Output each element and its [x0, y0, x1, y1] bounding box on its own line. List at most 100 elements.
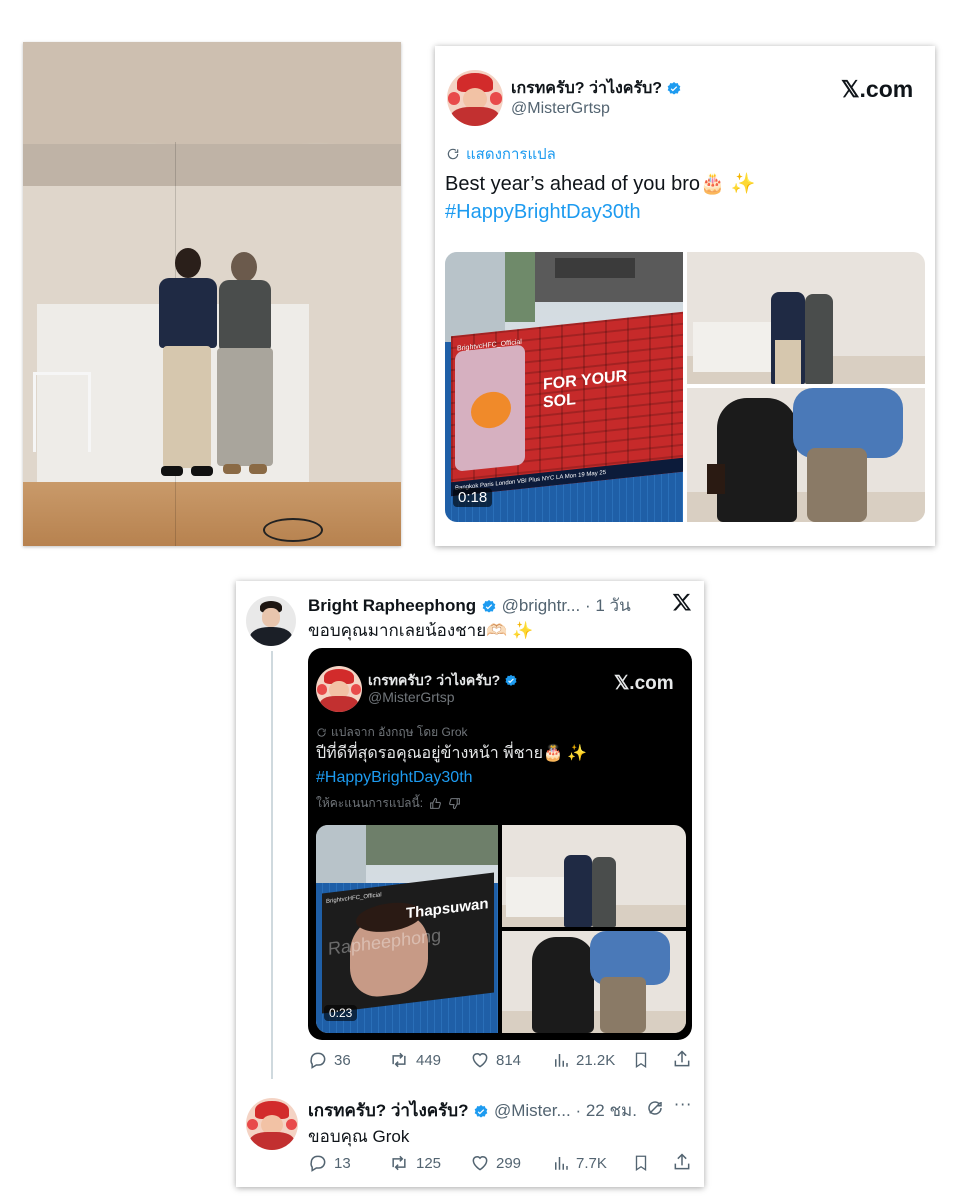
second-reply-author-name[interactable]: เกรทครับ? ว่าไงครับ?: [308, 1101, 468, 1120]
reply-button[interactable]: 13: [308, 1153, 351, 1173]
billboard-text: FOR YOUR SOL: [543, 367, 628, 412]
quoted-media-grid: BrightvcHFC_Official Thapsuwan Rapheepho…: [316, 825, 686, 1033]
verified-badge-icon: [505, 675, 517, 687]
bright-post-text: ขอบคุณมากเลยน้องชาย🫶🏻 ✨: [308, 621, 534, 640]
repost-count: 125: [416, 1154, 442, 1172]
quoted-tweet-body: ปีที่ดีที่สุดรอคุณอยู่ข้างหน้า พี่ชาย🎂 ✨…: [316, 742, 686, 790]
like-count: 814: [496, 1051, 522, 1069]
verified-badge-icon: [482, 599, 496, 613]
white-chair: [33, 372, 91, 452]
translate-icon: [447, 148, 459, 160]
reply-count: 36: [334, 1051, 351, 1069]
second-reply-time[interactable]: · 22 ชม.: [575, 1101, 636, 1120]
verified-badge-icon: [474, 1104, 488, 1118]
person-left: [153, 248, 223, 480]
quoted-author-avatar: [316, 666, 362, 712]
person-right: [217, 252, 273, 480]
quoted-video-duration: 0:23: [324, 1005, 358, 1021]
prayer-photo-thumb[interactable]: [687, 388, 925, 522]
mirror-photo-thumb[interactable]: [687, 252, 925, 384]
reply-count: 13: [334, 1154, 351, 1172]
second-reply-avatar[interactable]: [246, 1098, 298, 1150]
reply-icon: [310, 1155, 326, 1172]
billboard-video[interactable]: BrightvcHFC_Official FOR YOUR SOL Bangko…: [445, 252, 683, 522]
views-chart-icon: [555, 1054, 568, 1067]
share-icon[interactable]: [672, 1049, 692, 1069]
bright-post-header: Bright Rapheephong @brightr... · 1 วัน: [308, 592, 631, 619]
quoted-billboard-account: BrightvcHFC_Official: [326, 892, 382, 906]
hashtag-link[interactable]: #HappyBrightDay30th: [445, 198, 915, 226]
tweet-card[interactable]: เกรทครับ? ว่าไงครับ? @MisterGrtsp 𝕏.com …: [435, 46, 935, 546]
quoted-author-handle: @MisterGrtsp: [368, 689, 455, 705]
second-reply-action-bar: 13 125 299 7.7K: [308, 1152, 692, 1174]
bright-avatar[interactable]: [246, 596, 296, 646]
reply-button[interactable]: 36: [308, 1050, 351, 1070]
view-count: 21.2K: [576, 1051, 616, 1069]
heart-icon: [472, 1053, 488, 1068]
views-button[interactable]: 21.2K: [552, 1050, 615, 1070]
billboard-screen: BrightvcHFC_Official FOR YOUR SOL Bangko…: [451, 311, 683, 497]
quoted-tweet-text: ปีที่ดีที่สุดรอคุณอยู่ข้างหน้า พี่ชาย🎂 ✨: [316, 745, 588, 762]
second-reply-header: เกรทครับ? ว่าไงครับ? @Mister... · 22 ชม.: [308, 1097, 637, 1124]
author-avatar[interactable]: [447, 70, 503, 126]
view-count: 7.7K: [576, 1154, 607, 1172]
repost-button[interactable]: 125: [388, 1153, 441, 1173]
like-button[interactable]: 814: [470, 1050, 521, 1070]
translate-icon: [317, 728, 326, 737]
video-duration: 0:18: [453, 488, 493, 507]
share-icon[interactable]: [672, 1152, 692, 1172]
floor-cable: [263, 518, 323, 542]
wooden-floor: [23, 482, 401, 546]
repost-button[interactable]: 449: [388, 1050, 441, 1070]
billboard-name-first: Thapsuwan: [406, 895, 489, 923]
second-reply-handle[interactable]: @Mister...: [494, 1101, 571, 1120]
bright-post-action-bar: 36 449 814 21.2K: [308, 1049, 692, 1071]
tweet-text: Best year’s ahead of you bro🎂 ✨: [445, 173, 756, 195]
quoted-prayer-photo: [502, 931, 686, 1033]
author-header: เกรทครับ? ว่าไงครับ?: [511, 76, 682, 101]
grok-translate-icon[interactable]: [646, 1099, 664, 1117]
reply-icon: [310, 1052, 326, 1069]
mirror-selfie-photo: [23, 42, 401, 546]
quoted-tweet-screenshot[interactable]: เกรทครับ? ว่าไงครับ? @MisterGrtsp 𝕏.com …: [308, 648, 692, 1040]
heart-icon: [472, 1156, 488, 1171]
bright-author-name[interactable]: Bright Rapheephong: [308, 596, 476, 615]
tweet-media-grid[interactable]: BrightvcHFC_Official FOR YOUR SOL Bangko…: [445, 252, 925, 522]
verified-badge-icon: [668, 81, 681, 95]
repost-count: 449: [416, 1051, 442, 1069]
translated-by-grok: แปลจาก อังกฤษ โดย Grok: [316, 723, 468, 742]
author-name[interactable]: เกรทครับ? ว่าไงครับ?: [511, 80, 662, 97]
quoted-hashtag: #HappyBrightDay30th: [316, 769, 473, 786]
bookmark-icon[interactable]: [632, 1153, 650, 1173]
rate-translation-label: ให้คะแนนการแปลนี้:: [316, 796, 424, 810]
wall-trim: [23, 144, 401, 186]
quoted-billboard-screen: BrightvcHFC_Official Thapsuwan Rapheepho…: [322, 872, 494, 1014]
repost-icon: [392, 1052, 406, 1068]
show-translation-label: แสดงการแปล: [466, 146, 556, 163]
reply-thread-card[interactable]: Bright Rapheephong @brightr... · 1 วัน ข…: [236, 581, 704, 1187]
like-button[interactable]: 299: [470, 1153, 521, 1173]
views-button[interactable]: 7.7K: [552, 1153, 607, 1173]
x-com-badge: 𝕏.com: [614, 673, 674, 694]
bright-post-time[interactable]: · 1 วัน: [585, 596, 631, 615]
bookmark-icon[interactable]: [632, 1050, 650, 1070]
show-translation-link[interactable]: แสดงการแปล: [446, 142, 556, 166]
quoted-mirror-photo: [502, 825, 686, 927]
more-options-icon[interactable]: ···: [674, 1095, 692, 1114]
quoted-author-name: เกรทครับ? ว่าไงครับ?: [368, 672, 501, 688]
thumbs-down-icon: [449, 798, 460, 810]
like-count: 299: [496, 1154, 522, 1172]
ceiling: [23, 42, 401, 144]
bright-author-handle[interactable]: @brightr...: [502, 596, 581, 615]
x-com-badge: 𝕏.com: [841, 76, 914, 102]
tweet-body: Best year’s ahead of you bro🎂 ✨ #HappyBr…: [445, 170, 915, 226]
second-reply-text: ขอบคุณ Grok: [308, 1127, 410, 1146]
thread-connector-line: [271, 651, 273, 1079]
rate-translation-row: ให้คะแนนการแปลนี้:: [316, 794, 461, 813]
thumbs-up-icon: [430, 797, 441, 809]
views-chart-icon: [555, 1157, 568, 1170]
x-logo-icon: [672, 593, 692, 611]
repost-icon: [392, 1155, 406, 1171]
author-handle[interactable]: @MisterGrtsp: [511, 100, 610, 118]
quoted-billboard-video: BrightvcHFC_Official Thapsuwan Rapheepho…: [316, 825, 498, 1033]
